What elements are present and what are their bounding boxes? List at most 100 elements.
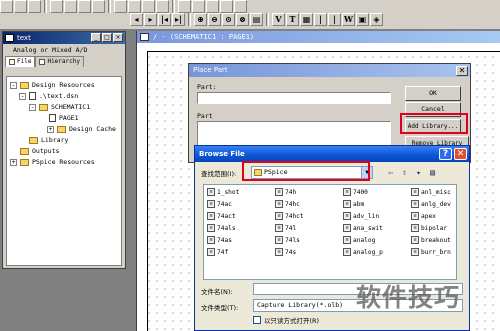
zoom-in-icon[interactable]: ⊕ [194, 13, 207, 26]
file-item[interactable]: ≡ 74hc [275, 199, 300, 209]
file-item-label: apex [421, 212, 436, 220]
toolbar-button[interactable]: ◈ [370, 13, 383, 26]
toolbar-button[interactable] [78, 0, 91, 13]
toolbar-button[interactable]: | [328, 13, 341, 26]
toolbar-button[interactable] [0, 0, 13, 13]
browse-file-titlebar[interactable]: Browse File ? ✕ [195, 146, 469, 162]
previous-page-icon[interactable]: ◂ [130, 13, 143, 26]
file-item[interactable]: ≡ anl_misc [411, 187, 451, 197]
toolbar-button[interactable] [14, 0, 27, 13]
file-item[interactable]: ≡ 1_shot [207, 187, 239, 197]
file-item[interactable]: ≡ analog [343, 235, 375, 245]
tree-item-page1[interactable]: PAGE1 [49, 113, 79, 123]
close-icon[interactable]: × [113, 33, 123, 42]
toolbar-button[interactable] [156, 0, 169, 13]
expand-icon[interactable]: + [47, 125, 54, 133]
voltage-marker-button[interactable]: V [272, 13, 285, 26]
file-item[interactable]: ≡ 74h [275, 187, 296, 197]
toolbar-button[interactable] [178, 0, 191, 13]
toolbar-button[interactable] [64, 0, 77, 13]
add-library-highlight [400, 113, 468, 134]
file-item[interactable]: ≡ 74ls [275, 235, 300, 245]
maximize-icon[interactable]: □ [102, 33, 112, 42]
zoom-area-icon[interactable]: ⊙ [222, 13, 235, 26]
tree-item-design-file[interactable]: - .\text.dsn [19, 91, 78, 101]
toolbar-button[interactable]: | [314, 13, 327, 26]
tree-item-design-cache[interactable]: + Design Cache [47, 124, 116, 134]
ok-button[interactable]: OK [405, 86, 461, 101]
file-item[interactable]: ≡ adv_lin [343, 211, 379, 221]
collapse-icon[interactable]: - [10, 81, 17, 89]
file-item[interactable]: ≡ apex [411, 211, 436, 221]
collapse-icon[interactable]: - [29, 103, 36, 111]
view-menu-icon[interactable]: ▤ [427, 167, 438, 178]
file-item[interactable]: ≡ 74as [207, 235, 232, 245]
file-item[interactable]: ≡ 74ac [207, 199, 232, 209]
tab-hierarchy[interactable]: Hierarchy [35, 56, 84, 67]
library-file-icon: ≡ [343, 236, 351, 244]
readonly-option[interactable]: 以只读方式打开(R) [253, 315, 319, 325]
project-titlebar[interactable]: text _ □ × [3, 32, 125, 44]
tree-item-schematic1[interactable]: - SCHEMATIC1 [29, 102, 90, 112]
next-page-icon[interactable]: ▸ [144, 13, 157, 26]
tab-hierarchy-label: Hierarchy [47, 58, 80, 65]
minimize-icon[interactable]: _ [91, 33, 101, 42]
toolbar-button[interactable]: ▦ [300, 13, 313, 26]
toolbar-button[interactable] [220, 0, 233, 13]
toolbar-button[interactable] [114, 0, 127, 13]
place-wire-button[interactable]: W [342, 13, 355, 26]
new-folder-icon[interactable]: ✦ [413, 167, 424, 178]
file-item[interactable]: ≡ 74act [207, 211, 236, 221]
file-item[interactable]: ≡ bipolar [411, 223, 447, 233]
file-item[interactable]: ≡ 74s [275, 247, 296, 257]
file-item[interactable]: ≡ 74l [275, 223, 296, 233]
toolbar-button[interactable]: ▣ [356, 13, 369, 26]
toolbar-button[interactable] [192, 0, 205, 13]
project-title: text [17, 34, 31, 42]
schematic-titlebar[interactable]: / - (SCHEMATIC1 : PAGE1) [137, 31, 500, 43]
close-icon[interactable]: ✕ [454, 148, 467, 160]
tree-item-library[interactable]: Library [29, 135, 68, 145]
toolbar-button[interactable] [28, 0, 41, 13]
file-item[interactable]: ≡ 7400 [343, 187, 368, 197]
toolbar-button[interactable] [142, 0, 155, 13]
file-item-label: 74ac [217, 200, 232, 208]
file-item[interactable]: ≡ 74hct [275, 211, 304, 221]
toolbar-button[interactable] [92, 0, 105, 13]
file-item[interactable]: ≡ burr_brn [411, 247, 451, 257]
file-item[interactable]: ≡ breakout [411, 235, 451, 245]
part-name-input[interactable] [197, 92, 391, 104]
design-file-icon [29, 92, 36, 100]
toolbar-button[interactable] [128, 0, 141, 13]
first-page-icon[interactable]: |◂ [158, 13, 171, 26]
readonly-checkbox[interactable] [253, 316, 261, 324]
tree-item-pspice-resources[interactable]: + PSpice Resources [10, 157, 95, 167]
tree-item-design-resources[interactable]: - Design Resources [10, 80, 95, 90]
zoom-out-icon[interactable]: ⊖ [208, 13, 221, 26]
back-icon[interactable]: ⇦ [385, 167, 396, 178]
file-item[interactable]: ≡ analog_p [343, 247, 383, 257]
tab-file[interactable]: File [5, 56, 36, 67]
up-folder-icon[interactable]: ⇧ [399, 167, 410, 178]
last-page-icon[interactable]: ▸| [172, 13, 185, 26]
close-icon[interactable]: ✕ [456, 66, 468, 76]
collapse-icon[interactable]: - [19, 92, 26, 100]
file-item[interactable]: ≡ abm [343, 199, 364, 209]
toolbar-button[interactable] [206, 0, 219, 13]
file-item[interactable]: ≡ anlg_dev [411, 199, 451, 209]
place-part-titlebar[interactable]: Place Part ✕ [189, 64, 470, 77]
file-item[interactable]: ≡ 74f [207, 247, 228, 257]
expand-icon[interactable]: + [10, 158, 17, 166]
page-icon [49, 114, 56, 122]
toolbar-button[interactable] [50, 0, 63, 13]
file-item[interactable]: ≡ ana_swit [343, 223, 383, 233]
help-icon[interactable]: ? [439, 148, 452, 160]
toolbar-button[interactable] [234, 0, 247, 13]
tree-item-outputs[interactable]: Outputs [20, 146, 59, 156]
folder-icon [20, 81, 29, 89]
place-text-button[interactable]: T [286, 13, 299, 26]
library-file-icon: ≡ [411, 200, 419, 208]
file-item[interactable]: ≡ 74als [207, 223, 236, 233]
zoom-all-icon[interactable]: ⊗ [236, 13, 249, 26]
annotate-icon[interactable]: ▤ [250, 13, 263, 26]
